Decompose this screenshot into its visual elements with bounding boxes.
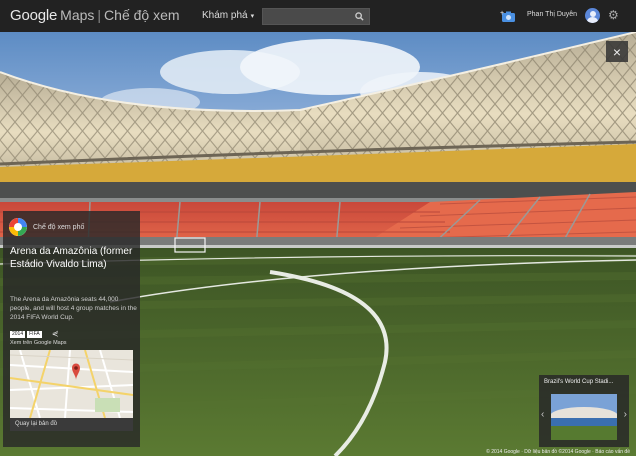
brand-separator: | bbox=[97, 7, 102, 23]
close-button[interactable]: × bbox=[606, 41, 628, 62]
back-to-map-button[interactable]: Quay lại bản đồ bbox=[10, 418, 133, 431]
maps-label: Maps bbox=[60, 7, 95, 23]
stadium-thumbnail[interactable] bbox=[551, 394, 617, 440]
place-description: The Arena da Amazônia seats 44,000 peopl… bbox=[10, 296, 137, 321]
search-input[interactable] bbox=[263, 9, 349, 24]
info-panel: Chế độ xem phố Arena da Amazônia (former… bbox=[3, 211, 140, 447]
footer: © 2014 Google · Dữ liệu bản đồ ©2014 Goo… bbox=[486, 449, 630, 455]
mini-map[interactable] bbox=[10, 350, 133, 418]
add-photo-button[interactable]: + bbox=[500, 9, 518, 23]
photo-strip: Brazil's World Cup Stadi... ‹ › bbox=[539, 375, 629, 447]
photo-strip-title: Brazil's World Cup Stadi... bbox=[544, 379, 614, 385]
street-view-logo-icon bbox=[9, 218, 27, 236]
badge: 2014 bbox=[10, 330, 26, 338]
user-name[interactable]: Phan Thị Duyên bbox=[527, 11, 577, 18]
chevron-left-icon[interactable]: ‹ bbox=[541, 409, 544, 420]
panel-header: Chế độ xem phố bbox=[9, 218, 84, 236]
search-box[interactable] bbox=[262, 8, 370, 25]
explore-label: Khám phá bbox=[202, 10, 248, 21]
view-mode-label: Chế độ xem bbox=[104, 7, 180, 23]
share-icon[interactable]: ⋞ bbox=[52, 330, 59, 338]
svg-text:+: + bbox=[500, 10, 504, 17]
avatar[interactable] bbox=[585, 8, 600, 23]
badge: FIFA bbox=[27, 330, 42, 338]
place-title: Arena da Amazônia (former Estádio Vivald… bbox=[10, 246, 133, 270]
view-on-maps-link[interactable]: Xem trên Google Maps bbox=[10, 340, 67, 346]
explore-menu[interactable]: Khám phá ▾ bbox=[202, 10, 254, 21]
gear-icon[interactable]: ⚙ bbox=[608, 9, 619, 21]
google-logo: Google bbox=[10, 7, 58, 24]
chevron-right-icon[interactable]: › bbox=[624, 409, 627, 420]
top-bar: Google Maps | Chế độ xem Khám phá ▾ + Phan T… bbox=[0, 0, 636, 32]
search-icon bbox=[354, 12, 364, 21]
panel-source-label: Chế độ xem phố bbox=[33, 223, 85, 231]
panel-actions: 2014 FIFA ⋞ bbox=[10, 330, 58, 338]
brand[interactable]: Google Maps | Chế độ xem bbox=[10, 7, 180, 24]
close-icon: × bbox=[612, 43, 622, 60]
search-button[interactable] bbox=[349, 9, 369, 24]
add-photo-icon: + bbox=[500, 10, 515, 22]
caret-down-icon: ▾ bbox=[250, 13, 255, 20]
